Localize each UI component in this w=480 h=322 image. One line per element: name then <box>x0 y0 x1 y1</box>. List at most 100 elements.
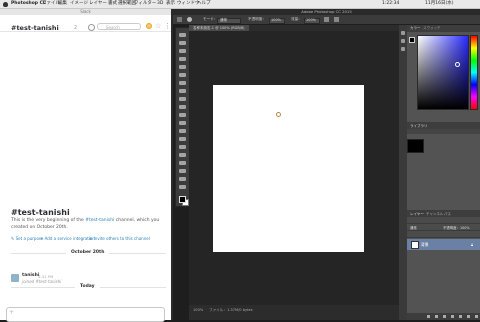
eyedropper-tool-icon[interactable] <box>179 73 186 77</box>
move-tool-icon[interactable] <box>179 33 186 37</box>
pressure-icon[interactable] <box>334 17 339 22</box>
library-color-swatch[interactable] <box>407 139 424 153</box>
airbrush-icon[interactable] <box>324 17 329 22</box>
intro-text-start: This is the very beginning of the <box>11 218 86 223</box>
layer-blend-row[interactable]: 通常 不透明度：100% <box>407 224 480 231</box>
menubar-date[interactable]: 11月16日(水) <box>425 0 453 8</box>
eraser-tool-icon[interactable] <box>179 113 186 117</box>
layer-opacity[interactable]: 不透明度：100% <box>443 225 470 230</box>
message-timestamp[interactable]: 4:41 PM <box>38 274 53 279</box>
adjustment-layer-icon[interactable] <box>451 315 454 318</box>
foreground-color-swatch[interactable] <box>179 196 186 203</box>
layers-panel-header: レイヤー チャンネル パス <box>407 210 480 217</box>
mask-icon[interactable] <box>443 315 446 318</box>
zoom-level[interactable]: 100% <box>193 308 203 312</box>
hue-slider[interactable] <box>470 35 478 110</box>
flow-field[interactable]: 100% <box>304 17 320 24</box>
channel-header: #test-tanishi 2 Search @ ☆ ⋮ <box>0 15 171 32</box>
history-panel-icon[interactable] <box>401 31 405 35</box>
avatar[interactable] <box>11 274 19 282</box>
blur-tool-icon[interactable] <box>179 129 186 133</box>
brush-preset-icon[interactable] <box>187 17 192 22</box>
gear-icon[interactable] <box>88 24 95 31</box>
flow-label: 流量： <box>291 17 302 21</box>
document-canvas[interactable] <box>213 85 364 252</box>
color-picker-field[interactable] <box>417 35 469 110</box>
document-info[interactable]: ファイル：1.37M/0 bytes <box>209 308 253 313</box>
apple-icon[interactable] <box>3 1 8 7</box>
lock-icon[interactable]: 🔒︎ <box>471 242 473 247</box>
options-bar: モード： 通常 不透明度： 100% 流量： 100% <box>173 15 480 25</box>
set-purpose-link[interactable]: ✎ Set a purpose <box>11 236 43 241</box>
crop-tool-icon[interactable] <box>179 65 186 69</box>
marquee-tool-icon[interactable] <box>179 41 186 45</box>
type-tool-icon[interactable] <box>179 153 186 157</box>
properties-panel-icon[interactable] <box>401 39 405 43</box>
tab-swatches[interactable]: スウォッチ <box>423 26 441 31</box>
history-brush-tool-icon[interactable] <box>179 105 186 109</box>
plus-icon[interactable]: + <box>9 309 14 316</box>
fx-icon[interactable] <box>435 315 438 318</box>
menu-help[interactable]: ヘルプ <box>197 0 211 8</box>
star-icon[interactable]: ☆ <box>155 22 161 30</box>
canvas-workspace[interactable] <box>189 31 399 305</box>
menubar-clock[interactable]: 1:22:34 <box>382 0 399 8</box>
hand-tool-icon[interactable] <box>179 177 186 181</box>
folder-icon[interactable] <box>459 315 462 318</box>
gradient-tool-icon[interactable] <box>179 121 186 125</box>
menu-edit[interactable]: 編集 <box>58 0 67 8</box>
layer-row[interactable]: 背景 🔒︎ <box>407 239 480 250</box>
dodge-tool-icon[interactable] <box>179 137 186 141</box>
panels-dock: カラー スウォッチ ライブラリ レイヤー チャンネル パス 通常 不透明度：10… <box>399 25 480 320</box>
brush-tool-icon[interactable] <box>179 89 186 93</box>
layer-blend-mode[interactable]: 通常 <box>410 225 417 230</box>
message-author[interactable]: tanishi <box>22 273 39 278</box>
home-icon[interactable] <box>177 17 182 22</box>
tab-paths[interactable]: パス <box>444 212 451 217</box>
member-count[interactable]: 2 <box>74 25 77 31</box>
search-input[interactable]: Search <box>97 23 141 30</box>
opacity-field[interactable]: 100% <box>269 17 285 24</box>
add-integration-link[interactable]: + Add a service integration <box>40 236 95 241</box>
layer-name[interactable]: 背景 <box>421 242 429 248</box>
more-icon[interactable]: ⋮ <box>164 22 171 30</box>
layer-lock-row[interactable] <box>407 231 480 238</box>
color-picker-handle[interactable] <box>455 62 460 67</box>
flow-value: 100% <box>306 18 317 22</box>
channel-name[interactable]: #test-tanishi <box>11 24 59 32</box>
lasso-tool-icon[interactable] <box>179 49 186 53</box>
tab-libraries[interactable]: ライブラリ <box>410 124 428 129</box>
intro-channel-link[interactable]: #test-tanishi <box>85 218 114 223</box>
new-layer-icon[interactable] <box>467 315 470 318</box>
menu-filter[interactable]: フィルター <box>134 0 156 8</box>
menu-3d[interactable]: 3D <box>157 0 163 8</box>
menu-type[interactable]: 書式 <box>108 0 117 8</box>
layer-filter-row[interactable] <box>407 217 480 224</box>
mode-select[interactable]: 通常 <box>217 17 241 24</box>
menu-app-name[interactable]: Photoshop CC <box>11 0 46 8</box>
zoom-tool-icon[interactable] <box>179 185 186 189</box>
menu-layer[interactable]: レイヤー <box>89 0 107 8</box>
tab-color[interactable]: カラー <box>410 26 421 31</box>
shape-tool-icon[interactable] <box>179 169 186 173</box>
adjustments-panel-icon[interactable] <box>401 47 405 51</box>
invite-others-link[interactable]: ⊕ Invite others to this channel <box>89 236 150 241</box>
tab-channels[interactable]: チャンネル <box>426 212 443 217</box>
quick-select-tool-icon[interactable] <box>179 57 186 61</box>
stamp-tool-icon[interactable] <box>179 97 186 101</box>
trash-icon[interactable] <box>475 315 478 318</box>
menu-view[interactable]: 表示 <box>166 0 175 8</box>
layer-thumbnail <box>411 241 419 249</box>
status-bar: 100% ファイル：1.37M/0 bytes <box>189 305 399 320</box>
invite-others-label: Invite others to this channel <box>93 236 150 241</box>
path-select-tool-icon[interactable] <box>179 161 186 165</box>
menu-image[interactable]: イメージ <box>70 0 88 8</box>
panel-foreground-swatch[interactable] <box>409 37 415 43</box>
mentions-icon[interactable]: @ <box>146 23 152 29</box>
menu-bar: Photoshop CC ファイル 編集 イメージ レイヤー 書式 選択範囲 フ… <box>0 0 480 9</box>
tab-layers[interactable]: レイヤー <box>410 212 424 217</box>
healing-tool-icon[interactable] <box>179 81 186 85</box>
day-label: Today <box>75 284 100 289</box>
pen-tool-icon[interactable] <box>179 145 186 149</box>
link-layers-icon[interactable] <box>427 315 430 318</box>
